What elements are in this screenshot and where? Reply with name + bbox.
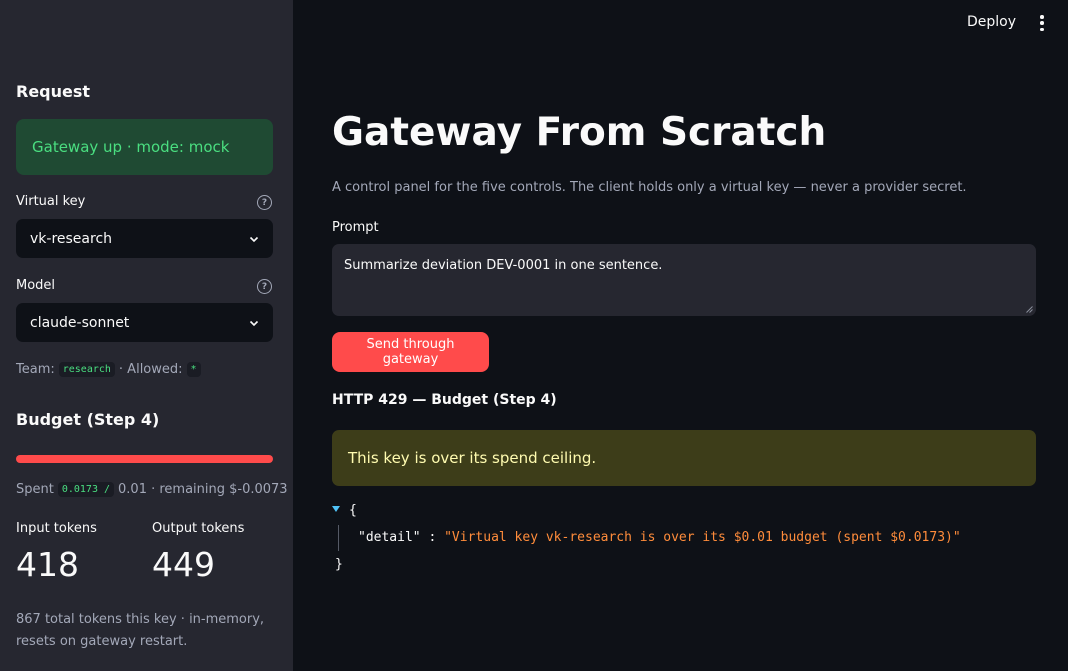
- page-subtitle: A control panel for the five controls. T…: [332, 180, 967, 195]
- resize-grip-icon[interactable]: [1026, 306, 1033, 313]
- team-allowed-line: Team: research · Allowed: *: [16, 362, 201, 377]
- request-heading: Request: [16, 82, 91, 101]
- warning-text: This key is over its spend ceiling.: [348, 449, 597, 467]
- warning-banner: This key is over its spend ceiling.: [332, 430, 1036, 486]
- response-heading: HTTP 429 — Budget (Step 4): [332, 392, 557, 408]
- input-tokens-label: Input tokens: [16, 521, 97, 536]
- output-tokens-value: 449: [152, 545, 215, 584]
- prompt-textarea[interactable]: Summarize deviation DEV-0001 in one sent…: [332, 244, 1036, 316]
- virtual-key-value: vk-research: [30, 230, 113, 247]
- allowed-value: *: [186, 362, 201, 377]
- input-tokens-value: 418: [16, 545, 79, 584]
- json-open-brace: {: [349, 503, 357, 518]
- chevron-down-icon: [249, 320, 259, 326]
- virtual-key-select[interactable]: vk-research: [16, 219, 273, 258]
- budget-progress-bar: [16, 455, 273, 463]
- team-value: research: [58, 362, 115, 377]
- sidebar: Request Gateway up · mode: mock Virtual …: [0, 0, 293, 671]
- deploy-button[interactable]: Deploy: [967, 14, 1016, 30]
- output-tokens-label: Output tokens: [152, 521, 245, 536]
- spent-value: 0.0173 /: [57, 482, 115, 497]
- more-menu-icon[interactable]: [1040, 15, 1044, 31]
- team-label: Team:: [16, 362, 55, 377]
- gateway-status-text: Gateway up · mode: mock: [32, 138, 230, 156]
- model-select[interactable]: claude-sonnet: [16, 303, 273, 342]
- virtual-key-help-icon[interactable]: ?: [257, 195, 272, 210]
- main-panel: Deploy Gateway From Scratch A control pa…: [293, 0, 1068, 671]
- spent-line: Spent 0.0173 / 0.01 · remaining $-0.0073: [16, 482, 288, 497]
- prompt-label: Prompt: [332, 220, 379, 235]
- prompt-text: Summarize deviation DEV-0001 in one sent…: [344, 258, 663, 273]
- model-label: Model: [16, 278, 56, 293]
- gateway-status-banner: Gateway up · mode: mock: [16, 119, 273, 175]
- virtual-key-label: Virtual key: [16, 194, 86, 209]
- allowed-label: · Allowed:: [118, 362, 183, 377]
- json-entry: "detail" : "Virtual key vk-research is o…: [358, 530, 961, 545]
- spent-rest: 0.01 · remaining $-0.0073: [118, 482, 288, 497]
- json-close-brace: }: [335, 557, 343, 572]
- token-footer-note: 867 total tokens this key · in-memory, r…: [16, 612, 265, 649]
- send-through-gateway-button[interactable]: Send through gateway: [332, 332, 489, 372]
- json-indent-guide: [338, 525, 339, 551]
- chevron-down-icon: [249, 236, 259, 242]
- spent-label: Spent: [16, 482, 54, 497]
- model-value: claude-sonnet: [30, 314, 130, 331]
- model-help-icon[interactable]: ?: [257, 279, 272, 294]
- collapse-caret-icon[interactable]: [332, 506, 340, 512]
- json-key: "detail": [358, 530, 421, 545]
- budget-heading: Budget (Step 4): [16, 410, 160, 429]
- page-title: Gateway From Scratch: [332, 110, 827, 155]
- json-value: "Virtual key vk-research is over its $0.…: [444, 530, 961, 545]
- json-colon: :: [420, 530, 445, 545]
